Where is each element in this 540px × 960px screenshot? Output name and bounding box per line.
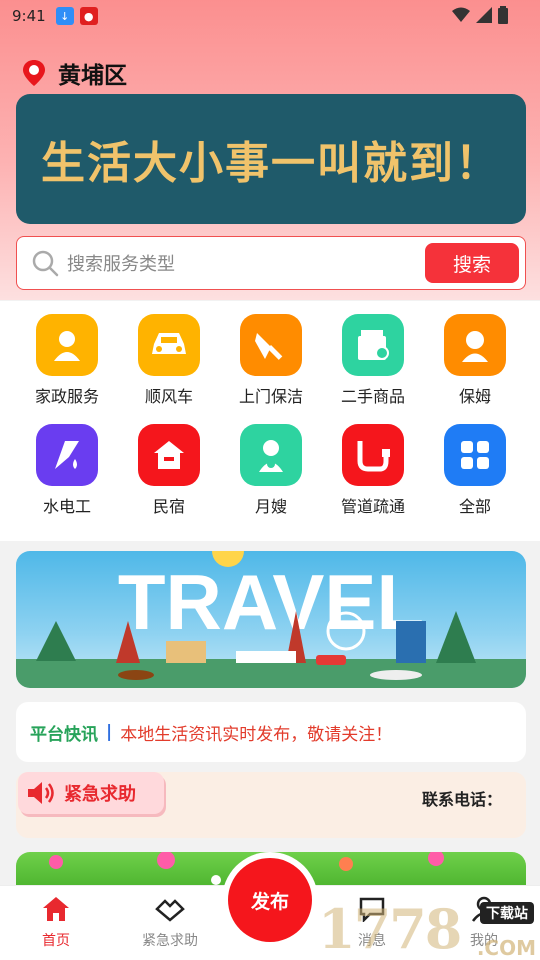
- slogan-banner[interactable]: 生活大小事一叫就到！: [16, 94, 526, 224]
- broom-icon: [240, 314, 302, 376]
- category-nanny[interactable]: 保姆: [424, 314, 526, 407]
- search-icon: [32, 250, 59, 277]
- category-label: 月嫂: [254, 497, 287, 516]
- travel-illustration: TRAVEL: [16, 551, 526, 688]
- category-all[interactable]: 全部: [424, 424, 526, 517]
- status-time: 9:41: [12, 7, 46, 25]
- wifi-icon: [452, 7, 470, 22]
- nanny-icon: [444, 314, 506, 376]
- city-name: 黄埔区: [58, 63, 127, 89]
- status-bar: 9:41 ↓ ●: [0, 0, 540, 32]
- category-label: 上门保洁: [238, 387, 303, 406]
- location-selector[interactable]: 黄埔区: [20, 56, 127, 90]
- category-maternity[interactable]: 月嫂: [220, 424, 322, 517]
- news-text: 本地生活资讯实时发布，敬请关注！: [120, 724, 393, 745]
- search-button[interactable]: 搜索: [425, 243, 519, 283]
- status-right: [452, 6, 508, 24]
- emergency-badge[interactable]: 紧急求助: [18, 772, 164, 814]
- category-label: 民宿: [152, 497, 185, 516]
- tab-emergency-help[interactable]: 紧急求助: [120, 896, 220, 950]
- tab-home[interactable]: 首页: [6, 896, 106, 950]
- category-plumber[interactable]: 水电工: [16, 424, 118, 517]
- watermark-domain: .COM: [476, 936, 536, 960]
- grid-icon: [444, 424, 506, 486]
- category-pipe[interactable]: 管道疏通: [322, 424, 424, 517]
- category-label: 顺风车: [144, 387, 193, 406]
- category-cleaning[interactable]: 上门保洁: [220, 314, 322, 407]
- watermark-number: 1778: [318, 897, 462, 960]
- box-icon: [342, 314, 404, 376]
- watermark-logo: 1778 下载站 .COM: [318, 897, 540, 960]
- car-icon: [138, 314, 200, 376]
- publish-label: 发布: [228, 858, 312, 942]
- category-label: 保姆: [458, 387, 491, 406]
- category-housekeeping[interactable]: 家政服务: [16, 314, 118, 407]
- category-label: 二手商品: [340, 387, 405, 406]
- contact-phone-label: 联系电话：: [421, 790, 502, 809]
- watermark-site: 下载站: [480, 902, 534, 924]
- housekeeper-icon: [36, 314, 98, 376]
- news-separator: |: [106, 722, 113, 742]
- category-label: 水电工: [42, 497, 91, 516]
- pipe-icon: [342, 424, 404, 486]
- battery-icon: [498, 6, 508, 24]
- emergency-panel: 紧急求助 联系电话：: [16, 772, 526, 838]
- news-tag: 平台快讯: [30, 724, 98, 745]
- emergency-title: 紧急求助: [64, 784, 136, 805]
- category-homestay[interactable]: 民宿: [118, 424, 220, 517]
- megaphone-icon: [28, 782, 54, 804]
- handshake-icon: [155, 899, 185, 922]
- category-carpool[interactable]: 顺风车: [118, 314, 220, 407]
- plumber-icon: [36, 424, 98, 486]
- category-grid: 家政服务 顺风车 上门保洁 二手商品 保姆 水电工 民宿 月嫂 管道疏通 全部: [0, 301, 540, 541]
- signal-icon: [476, 7, 492, 23]
- search-bar[interactable]: 搜索服务类型 搜索: [16, 236, 526, 290]
- news-ticker[interactable]: 平台快讯 | 本地生活资讯实时发布，敬请关注！: [16, 702, 526, 762]
- search-input[interactable]: 搜索服务类型: [67, 250, 425, 276]
- location-pin-icon: [23, 60, 45, 86]
- slogan-text: 生活大小事一叫就到！: [41, 138, 501, 189]
- travel-title: TRAVEL: [118, 558, 424, 646]
- maternity-icon: [240, 424, 302, 486]
- tab-label: 紧急求助: [142, 933, 198, 949]
- category-secondhand[interactable]: 二手商品: [322, 314, 424, 407]
- publish-button[interactable]: 发布: [222, 852, 318, 948]
- home-icon: [43, 897, 69, 921]
- tab-label: 首页: [42, 933, 70, 949]
- download-icon: ↓: [55, 7, 74, 25]
- app-notification-icon: ●: [79, 7, 98, 25]
- house-icon: [138, 424, 200, 486]
- category-label: 管道疏通: [340, 497, 405, 516]
- category-label: 全部: [458, 497, 491, 516]
- category-label: 家政服务: [34, 387, 99, 406]
- travel-banner[interactable]: TRAVEL: [16, 551, 526, 688]
